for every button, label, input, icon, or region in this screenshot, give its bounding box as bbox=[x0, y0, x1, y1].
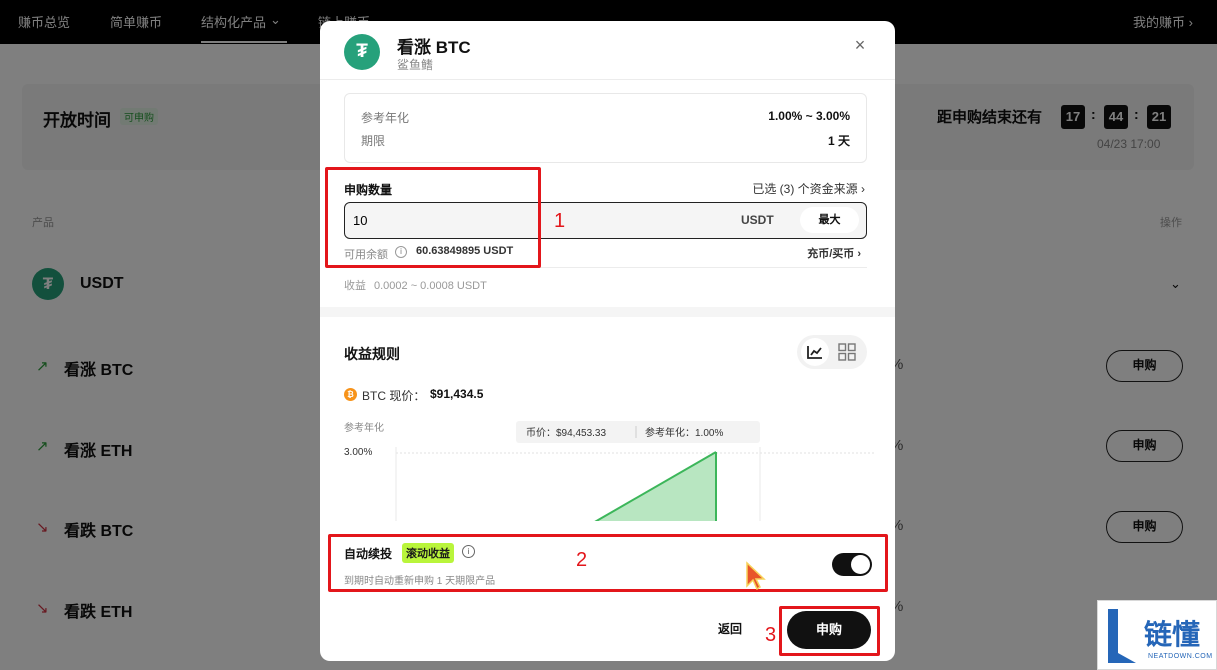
earnings-rules-title: 收益规则 bbox=[344, 346, 400, 362]
back-button[interactable]: 返回 bbox=[695, 613, 765, 645]
watermark-mark-icon bbox=[1108, 609, 1136, 663]
grid-icon[interactable] bbox=[837, 342, 857, 362]
watermark-text: 链懂 bbox=[1144, 619, 1201, 650]
term-label: 期限 bbox=[361, 134, 386, 148]
product-info-box: 参考年化 1.00% ~ 3.00% 期限 1 天 bbox=[344, 93, 867, 163]
annotation-box-3 bbox=[779, 606, 880, 656]
line-chart-icon[interactable] bbox=[801, 338, 829, 366]
header-divider bbox=[320, 79, 895, 80]
annotation-number-3: 3 bbox=[765, 624, 777, 646]
y-tick-label: 3.00% bbox=[344, 447, 372, 458]
max-button[interactable]: 最大 bbox=[800, 207, 859, 233]
ref-apr-label: 参考年化 bbox=[361, 111, 410, 125]
term-value: 1 天 bbox=[827, 134, 850, 148]
mouse-cursor-icon bbox=[746, 561, 766, 591]
watermark-subtext: NEATDOWN.COM bbox=[1148, 653, 1213, 660]
close-icon[interactable]: × bbox=[850, 35, 870, 55]
annotation-number-1: 1 bbox=[554, 210, 566, 232]
view-toggle bbox=[797, 335, 867, 369]
btc-coin-icon: ₿ bbox=[344, 388, 357, 401]
section-separator bbox=[320, 307, 895, 317]
btc-price-label: BTC 现价： bbox=[362, 389, 426, 403]
earnings-chart: 3.00% 币价：$94,453.33 参考年化：1.00% bbox=[344, 421, 875, 527]
earnings-estimate: 收益 0.0002 ~ 0.0008 USDT bbox=[344, 277, 487, 293]
fund-sources-link[interactable]: 已选 (3) 个资金来源 › bbox=[752, 180, 865, 197]
tooltip-apr: 参考年化：1.00% bbox=[645, 426, 723, 439]
deposit-buy-link[interactable]: 充币/买币 › bbox=[807, 245, 861, 261]
amount-unit: USDT bbox=[741, 213, 774, 227]
tooltip-price: 币价：$94,453.33 bbox=[526, 427, 606, 439]
earnings-label: 收益 bbox=[344, 280, 366, 292]
annotation-box-1 bbox=[325, 167, 541, 268]
ref-apr-value: 1.00% ~ 3.00% bbox=[768, 109, 850, 123]
usdt-logo-icon: ₮ bbox=[344, 34, 380, 70]
earnings-value: 0.0002 ~ 0.0008 USDT bbox=[374, 280, 487, 292]
btc-price-value: $91,434.5 bbox=[430, 387, 484, 401]
modal-title: 看涨 BTC bbox=[397, 38, 471, 57]
annotation-number-2: 2 bbox=[576, 549, 588, 571]
modal-subtitle: 鲨鱼鳍 bbox=[397, 58, 434, 72]
annotation-box-2 bbox=[328, 534, 888, 592]
watermark-logo: 链懂 NEATDOWN.COM bbox=[1097, 600, 1217, 670]
